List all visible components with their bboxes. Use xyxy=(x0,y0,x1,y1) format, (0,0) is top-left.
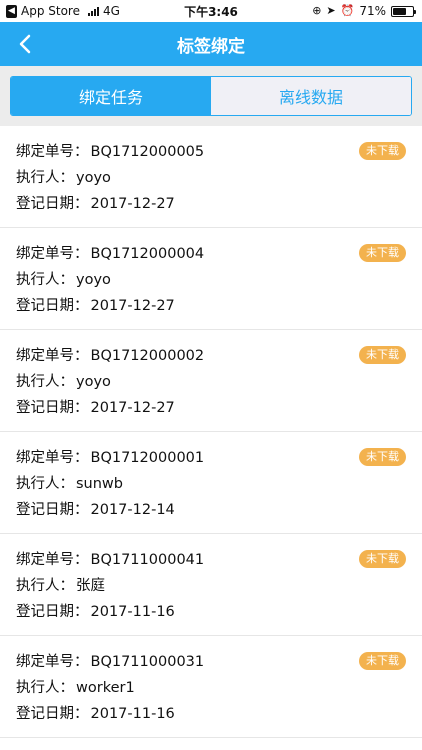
executor-line: 执行人： yoyo xyxy=(16,369,422,395)
date-value: 2017-12-27 xyxy=(90,400,175,416)
order-no-label: 绑定单号： xyxy=(16,654,89,670)
battery-percent: 71% xyxy=(359,4,386,18)
battery-fill xyxy=(393,7,407,15)
order-no-value: BQ1711000041 xyxy=(90,552,205,568)
order-no-value: BQ1711000031 xyxy=(90,654,205,670)
date-line: 登记日期： 2017-12-14 xyxy=(16,497,422,523)
rotation-lock-icon: ⊕ xyxy=(312,4,322,17)
segmented-control: 绑定任务 离线数据 xyxy=(10,76,412,116)
status-badge: 未下载 xyxy=(359,448,406,466)
tab-bind-tasks[interactable]: 绑定任务 xyxy=(11,77,211,115)
order-no-label: 绑定单号： xyxy=(16,144,89,160)
chevron-left-icon[interactable] xyxy=(14,32,36,56)
executor-line: 执行人： 张庭 xyxy=(16,573,422,599)
date-line: 登记日期： 2017-12-27 xyxy=(16,191,422,217)
order-no-label: 绑定单号： xyxy=(16,450,89,466)
task-card[interactable]: 绑定单号： BQ1712000004 执行人： yoyo 登记日期： 2017-12-… xyxy=(0,228,422,330)
executor-label: 执行人： xyxy=(16,578,74,594)
battery-icon xyxy=(391,5,416,17)
page-title: 标签绑定 xyxy=(177,36,245,57)
executor-line: 执行人： worker1 xyxy=(16,675,422,701)
date-line: 登记日期： 2017-11-16 xyxy=(16,599,422,625)
task-card[interactable]: 绑定单号： BQ1712000005 执行人： yoyo 登记日期： 2017-12-… xyxy=(0,126,422,228)
date-label: 登记日期： xyxy=(16,196,89,212)
executor-label: 执行人： xyxy=(16,272,74,288)
status-right: ⊕ ➤ ⏰ 71% xyxy=(312,4,416,18)
status-bar: ◀ App Store 4G 下午3:46 ⊕ ➤ ⏰ 71% xyxy=(0,0,422,22)
executor-value: yoyo xyxy=(76,170,111,186)
task-card[interactable]: 绑定单号： BQ1712000002 执行人： yoyo 登记日期： 2017-12-… xyxy=(0,330,422,432)
executor-value: 张庭 xyxy=(76,578,105,594)
date-value: 2017-11-16 xyxy=(90,604,175,620)
date-line: 登记日期： 2017-12-27 xyxy=(16,293,422,319)
order-no-value: BQ1712000004 xyxy=(90,246,205,262)
segment-wrapper: 绑定任务 离线数据 xyxy=(0,66,422,126)
task-card[interactable]: 绑定单号： BQ1711000031 执行人： worker1 登记日期： 2017-… xyxy=(0,636,422,738)
status-badge: 未下载 xyxy=(359,142,406,160)
date-value: 2017-11-16 xyxy=(90,706,175,722)
location-icon: ➤ xyxy=(326,4,336,17)
order-no-label: 绑定单号： xyxy=(16,552,89,568)
date-label: 登记日期： xyxy=(16,400,89,416)
executor-label: 执行人： xyxy=(16,374,74,390)
date-line: 登记日期： 2017-11-16 xyxy=(16,701,422,727)
order-no-value: BQ1712000001 xyxy=(90,450,205,466)
status-badge: 未下载 xyxy=(359,244,406,262)
status-badge: 未下载 xyxy=(359,652,406,670)
task-list: 绑定单号： BQ1712000005 执行人： yoyo 登记日期： 2017-12-… xyxy=(0,126,422,750)
date-line: 登记日期： 2017-12-27 xyxy=(16,395,422,421)
order-no-label: 绑定单号： xyxy=(16,348,89,364)
executor-label: 执行人： xyxy=(16,680,74,696)
order-no-value: BQ1712000005 xyxy=(90,144,205,160)
date-label: 登记日期： xyxy=(16,502,89,518)
executor-value: yoyo xyxy=(76,272,111,288)
executor-line: 执行人： sunwb xyxy=(16,471,422,497)
executor-line: 执行人： yoyo xyxy=(16,267,422,293)
executor-label: 执行人： xyxy=(16,170,74,186)
status-badge: 未下载 xyxy=(359,346,406,364)
order-no-value: BQ1712000002 xyxy=(90,348,205,364)
order-no-label: 绑定单号： xyxy=(16,246,89,262)
task-card[interactable]: 绑定单号： BQ1712000001 执行人： sunwb 登记日期： 2017-12… xyxy=(0,432,422,534)
nav-bar: 标签绑定 xyxy=(0,22,422,66)
date-label: 登记日期： xyxy=(16,604,89,620)
executor-value: worker1 xyxy=(76,680,135,696)
date-label: 登记日期： xyxy=(16,706,89,722)
alarm-icon: ⏰ xyxy=(340,4,355,17)
tab-offline-data[interactable]: 离线数据 xyxy=(211,77,411,115)
date-label: 登记日期： xyxy=(16,298,89,314)
task-card[interactable]: 绑定单号： BQ1711000041 执行人： 张庭 登记日期： 2017-11-16… xyxy=(0,534,422,636)
date-value: 2017-12-27 xyxy=(90,298,175,314)
date-value: 2017-12-27 xyxy=(90,196,175,212)
executor-label: 执行人： xyxy=(16,476,74,492)
status-badge: 未下载 xyxy=(359,550,406,568)
executor-value: sunwb xyxy=(76,476,123,492)
executor-line: 执行人： yoyo xyxy=(16,165,422,191)
executor-value: yoyo xyxy=(76,374,111,390)
date-value: 2017-12-14 xyxy=(90,502,175,518)
